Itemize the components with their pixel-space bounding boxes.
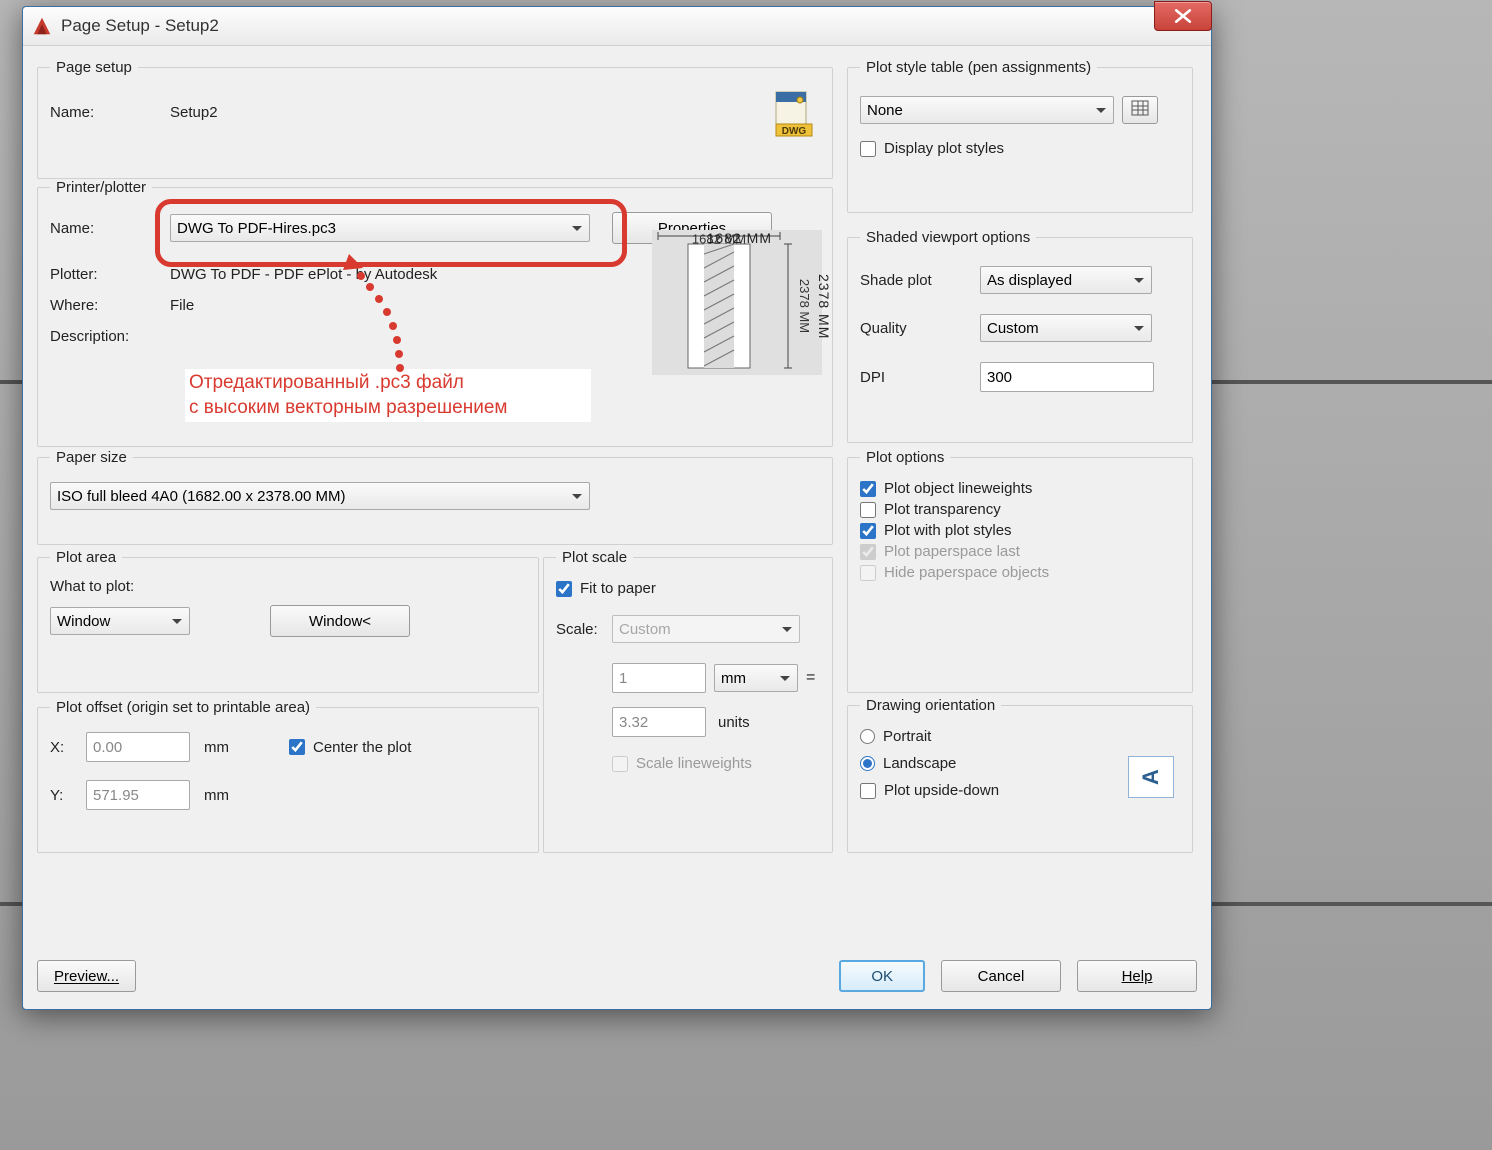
- scale-lineweights-checkbox: [612, 756, 628, 772]
- group-paper-size: Paper size ISO full bleed 4A0 (1682.00 x…: [37, 449, 833, 545]
- legend-plot-area: Plot area: [50, 549, 122, 566]
- help-button[interactable]: Help: [1077, 960, 1197, 992]
- upside-down-label: Plot upside-down: [884, 782, 999, 799]
- legend-plot-options: Plot options: [860, 449, 950, 466]
- upside-down-checkbox[interactable]: [860, 783, 876, 799]
- plotter-label: Plotter:: [50, 266, 170, 283]
- offset-x-unit: mm: [204, 739, 229, 756]
- group-plot-options: Plot options Plot object lineweights Plo…: [847, 449, 1193, 693]
- page-setup-name-value: Setup2: [170, 104, 218, 121]
- plot-style-select[interactable]: None: [860, 96, 1114, 124]
- dpi-input[interactable]: [980, 362, 1154, 392]
- description-label: Description:: [50, 328, 170, 345]
- group-shaded-viewport: Shaded viewport options Shade plot As di…: [847, 229, 1193, 443]
- preview-width-label: 1682 MM: [707, 230, 772, 246]
- legend-paper-size: Paper size: [50, 449, 133, 466]
- offset-y-label: Y:: [50, 787, 86, 804]
- group-plot-style: Plot style table (pen assignments) None …: [847, 59, 1193, 213]
- app-icon: [31, 15, 53, 37]
- where-value: File: [170, 297, 194, 314]
- close-icon: [1174, 9, 1192, 23]
- scale-label: Scale:: [556, 621, 612, 638]
- titlebar[interactable]: Page Setup - Setup2: [23, 7, 1211, 46]
- legend-plot-offset: Plot offset (origin set to printable are…: [50, 699, 316, 716]
- paper-size-select[interactable]: ISO full bleed 4A0 (1682.00 x 2378.00 MM…: [50, 482, 590, 510]
- opt-plotstyles-checkbox[interactable]: [860, 523, 876, 539]
- shade-plot-select[interactable]: As displayed: [980, 266, 1152, 294]
- opt-transparency-label: Plot transparency: [884, 501, 1001, 518]
- close-button[interactable]: [1154, 1, 1212, 31]
- offset-x-input[interactable]: [86, 732, 190, 762]
- opt-hide-label: Hide paperspace objects: [884, 564, 1049, 581]
- ok-button[interactable]: OK: [839, 960, 925, 992]
- legend-page-setup: Page setup: [50, 59, 138, 76]
- svg-text:DWG: DWG: [782, 126, 807, 137]
- group-plot-scale: Plot scale Fit to paper Scale: Custom mm…: [543, 549, 833, 853]
- printer-name-label: Name:: [50, 220, 170, 237]
- legend-plot-scale: Plot scale: [556, 549, 633, 566]
- annotation-text: Отредактированный .pc3 файл с высоким ве…: [185, 369, 591, 422]
- plotter-value: DWG To PDF - PDF ePlot - by Autodesk: [170, 266, 437, 283]
- scale-numerator-input: [612, 663, 706, 693]
- opt-transparency-checkbox[interactable]: [860, 502, 876, 518]
- center-plot-checkbox[interactable]: [289, 739, 305, 755]
- group-plot-offset: Plot offset (origin set to printable are…: [37, 699, 539, 853]
- cancel-button[interactable]: Cancel: [941, 960, 1061, 992]
- dpi-label: DPI: [860, 369, 980, 386]
- legend-orientation: Drawing orientation: [860, 697, 1001, 714]
- fit-to-paper-label: Fit to paper: [580, 580, 656, 597]
- display-plot-styles-checkbox[interactable]: [860, 141, 876, 157]
- window-pick-button[interactable]: Window<: [270, 605, 410, 637]
- landscape-radio[interactable]: [860, 756, 875, 771]
- group-page-setup: Page setup Name: Setup2 DWG: [37, 59, 833, 179]
- group-orientation: Drawing orientation Portrait Landscape P…: [847, 697, 1193, 853]
- what-to-plot-label: What to plot:: [50, 578, 526, 595]
- portrait-label: Portrait: [883, 728, 931, 745]
- landscape-label: Landscape: [883, 755, 956, 772]
- plot-style-edit-button[interactable]: [1122, 96, 1158, 124]
- center-plot-label: Center the plot: [313, 739, 411, 756]
- legend-plot-style: Plot style table (pen assignments): [860, 59, 1097, 76]
- annotation-highlight: [155, 199, 627, 267]
- legend-printer: Printer/plotter: [50, 179, 152, 196]
- table-icon: [1131, 100, 1149, 116]
- shade-plot-label: Shade plot: [860, 272, 980, 289]
- opt-paperspace-checkbox: [860, 544, 876, 560]
- offset-y-unit: mm: [204, 787, 229, 804]
- opt-plotstyles-label: Plot with plot styles: [884, 522, 1012, 539]
- preview-button[interactable]: Preview...: [37, 960, 136, 992]
- scale-unit-select[interactable]: mm: [714, 664, 798, 692]
- portrait-radio[interactable]: [860, 729, 875, 744]
- preview-height-label: 2378 MM: [816, 274, 832, 339]
- opt-paperspace-label: Plot paperspace last: [884, 543, 1020, 560]
- orientation-icon: A: [1128, 756, 1174, 798]
- scale-lineweights-label: Scale lineweights: [636, 755, 752, 772]
- legend-shaded: Shaded viewport options: [860, 229, 1036, 246]
- dwg-icon: DWG: [770, 90, 818, 138]
- quality-label: Quality: [860, 320, 980, 337]
- scale-denominator-input: [612, 707, 706, 737]
- opt-hide-checkbox: [860, 565, 876, 581]
- scale-select: Custom: [612, 615, 800, 643]
- quality-select[interactable]: Custom: [980, 314, 1152, 342]
- opt-lineweights-checkbox[interactable]: [860, 481, 876, 497]
- fit-to-paper-checkbox[interactable]: [556, 581, 572, 597]
- paper-preview: 1682 MM 2378 MM: [652, 230, 822, 375]
- offset-x-label: X:: [50, 739, 86, 756]
- scale-units-label: units: [718, 714, 750, 731]
- offset-y-input[interactable]: [86, 780, 190, 810]
- window-title: Page Setup - Setup2: [61, 16, 219, 36]
- display-plot-styles-label: Display plot styles: [884, 140, 1004, 157]
- where-label: Where:: [50, 297, 170, 314]
- page-setup-name-label: Name:: [50, 104, 170, 121]
- svg-text:2378 MM: 2378 MM: [797, 279, 812, 333]
- opt-lineweights-label: Plot object lineweights: [884, 480, 1032, 497]
- equals-sign: =: [806, 669, 815, 687]
- what-to-plot-select[interactable]: Window: [50, 607, 190, 635]
- dialog-window: Page Setup - Setup2 Page setup Name: Set…: [22, 6, 1212, 1010]
- group-plot-area: Plot area What to plot: Window Window<: [37, 549, 539, 693]
